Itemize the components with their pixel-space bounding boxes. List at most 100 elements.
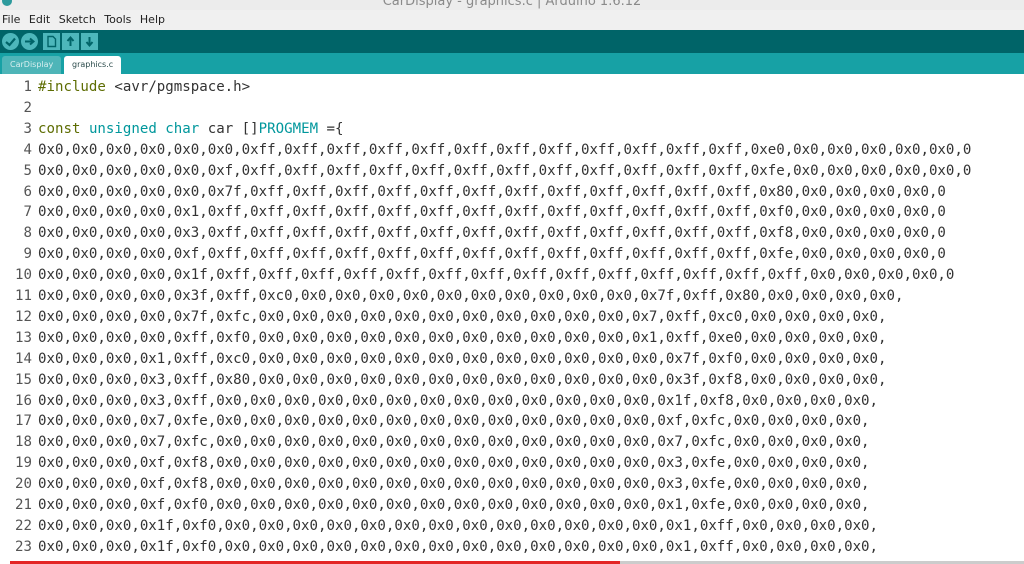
menu-bar: File Edit Sketch Tools Help: [0, 10, 1024, 30]
line-number: 3: [23, 120, 33, 137]
line-number: 1: [23, 79, 33, 95]
menu-file[interactable]: File: [2, 10, 20, 30]
hex-data: 0x0,0x0,0x0,0xf,0xf8,0x0,0x0,0x0,0x0,0x0…: [38, 476, 870, 493]
line-number: 6: [23, 183, 33, 200]
open-button[interactable]: [62, 33, 79, 50]
hex-data: 0x0,0x0,0x0,0x0,0xf,0xff,0xff,0xff,0xff,…: [38, 246, 946, 263]
line-code: #include <avr/pgmspace.h>: [38, 77, 250, 98]
line-code: 0x0,0x0,0x0,0x0,0x0,0x7f,0xff,0xff,0xff,…: [38, 182, 946, 203]
line-code: 0x0,0x0,0x0,0x0,0x3,0xff,0xff,0xff,0xff,…: [38, 223, 946, 244]
code-line: 12 0x0,0x0,0x0,0x0,0x7f,0xfc,0x0,0x0,0x0,…: [0, 307, 1024, 328]
upload-button[interactable]: [21, 33, 38, 50]
line-number: 11: [15, 288, 32, 304]
line-number: 5: [23, 162, 33, 179]
window-title: CarDisplay - graphics.c | Arduino 1.6.12: [382, 0, 642, 9]
hex-data: 0x0,0x0,0x0,0x1,0xff,0xc0,0x0,0x0,0x0,0x…: [38, 350, 887, 367]
arrow-down-icon: [85, 37, 94, 48]
line-number: 22: [15, 517, 32, 534]
new-file-icon: [47, 35, 57, 48]
save-button[interactable]: [81, 33, 98, 50]
hex-data: 0x0,0x0,0x0,0x0,0x0,0xf,0xff,0xff,0xff,0…: [38, 162, 972, 179]
line-number: 2: [23, 99, 33, 116]
code-line: 2: [0, 98, 1024, 119]
code-line: 14 0x0,0x0,0x0,0x1,0xff,0xc0,0x0,0x0,0x0,…: [0, 349, 1024, 370]
code-line: 23 0x0,0x0,0x0,0x1f,0xf0,0x0,0x0,0x0,0x0,…: [0, 537, 1024, 558]
code-line: 1 #include <avr/pgmspace.h>: [0, 77, 1024, 98]
code-line: 10 0x0,0x0,0x0,0x0,0x1f,0xff,0xff,0xff,0x…: [0, 265, 1024, 286]
preprocessor-directive: #include: [38, 79, 106, 95]
code-line: 4 0x0,0x0,0x0,0x0,0x0,0x0,0xff,0xff,0xff,…: [0, 140, 1024, 161]
code-line: 20 0x0,0x0,0x0,0xf,0xf8,0x0,0x0,0x0,0x0,0…: [0, 474, 1024, 495]
line-code: 0x0,0x0,0x0,0x0,0xff,0xf0,0x0,0x0,0x0,0x…: [38, 328, 887, 349]
arrow-up-icon: [66, 35, 75, 46]
line-number: 19: [15, 455, 32, 472]
title-bar: CarDisplay - graphics.c | Arduino 1.6.12: [0, 0, 1024, 10]
line-number: 7: [23, 204, 33, 221]
line-number: 4: [23, 141, 33, 158]
line-code: const unsigned char car []PROGMEM ={: [38, 119, 344, 140]
line-number: 8: [23, 225, 33, 242]
array-declaration: car []: [199, 120, 259, 137]
line-number: 9: [23, 246, 33, 263]
tab-cardisplay[interactable]: CarDisplay: [2, 56, 62, 74]
code-line: 3 const unsigned char car []PROGMEM ={: [0, 119, 1024, 140]
menu-tools[interactable]: Tools: [104, 10, 131, 30]
line-code: 0x0,0x0,0x0,0x0,0xf,0xff,0xff,0xff,0xff,…: [38, 244, 946, 265]
line-code: 0x0,0x0,0x0,0x3,0xff,0x80,0x0,0x0,0x0,0x…: [38, 370, 887, 391]
toolbar: [0, 30, 1024, 53]
hex-data: 0x0,0x0,0x0,0x0,0x1,0xff,0xff,0xff,0xff,…: [38, 204, 946, 221]
line-code: 0x0,0x0,0x0,0x7,0xfc,0x0,0x0,0x0,0x0,0x0…: [38, 432, 870, 453]
hex-data: 0x0,0x0,0x0,0xf,0xf8,0x0,0x0,0x0,0x0,0x0…: [38, 455, 870, 472]
line-number: 16: [15, 392, 32, 409]
hex-data: 0x0,0x0,0x0,0x7,0xfc,0x0,0x0,0x0,0x0,0x0…: [38, 434, 870, 451]
menu-sketch[interactable]: Sketch: [59, 10, 96, 30]
line-number: 13: [15, 329, 32, 346]
hex-data: 0x0,0x0,0x0,0x0,0x7f,0xfc,0x0,0x0,0x0,0x…: [38, 308, 887, 325]
progmem-keyword: PROGMEM: [258, 120, 319, 137]
code-line: 7 0x0,0x0,0x0,0x0,0x1,0xff,0xff,0xff,0xff…: [0, 202, 1024, 223]
hex-data: 0x0,0x0,0x0,0x0,0x0,0x7f,0xff,0xff,0xff,…: [38, 183, 946, 200]
hex-data: 0x0,0x0,0x0,0x0,0x3,0xff,0xff,0xff,0xff,…: [38, 225, 946, 242]
line-code: 0x0,0x0,0x0,0x0,0x0,0x0,0xff,0xff,0xff,0…: [38, 140, 971, 161]
line-number: 15: [15, 371, 32, 388]
menu-help[interactable]: Help: [140, 10, 165, 30]
line-code: 0x0,0x0,0x0,0xf,0xf8,0x0,0x0,0x0,0x0,0x0…: [38, 474, 870, 495]
line-number: 20: [15, 476, 32, 493]
line-number: 21: [15, 497, 32, 513]
verify-button[interactable]: [2, 33, 19, 50]
line-code: 0x0,0x0,0x0,0x0,0x0,0xf,0xff,0xff,0xff,0…: [38, 161, 971, 182]
array-open: ={: [318, 120, 344, 137]
line-code: 0x0,0x0,0x0,0x1f,0xf0,0x0,0x0,0x0,0x0,0x…: [38, 516, 878, 537]
checkmark-icon: [5, 37, 16, 47]
new-button[interactable]: [43, 33, 60, 50]
hex-data: 0x0,0x0,0x0,0x0,0x1f,0xff,0xff,0xff,0xff…: [38, 267, 955, 284]
tab-bar: CarDisplay graphics.c: [0, 53, 1024, 74]
line-code: 0x0,0x0,0x0,0x1,0xff,0xc0,0x0,0x0,0x0,0x…: [38, 349, 887, 370]
tab-graphics-c[interactable]: graphics.c: [64, 56, 122, 74]
hex-data: 0x0,0x0,0x0,0x3,0xff,0x0,0x0,0x0,0x0,0x0…: [38, 392, 879, 409]
hex-data: 0x0,0x0,0x0,0x0,0xff,0xf0,0x0,0x0,0x0,0x…: [38, 329, 887, 346]
hex-data: 0x0,0x0,0x0,0x1f,0xf0,0x0,0x0,0x0,0x0,0x…: [38, 538, 879, 555]
line-number: 17: [15, 413, 32, 430]
code-line: 22 0x0,0x0,0x0,0x1f,0xf0,0x0,0x0,0x0,0x0,…: [0, 516, 1024, 537]
line-code: 0x0,0x0,0x0,0x0,0x7f,0xfc,0x0,0x0,0x0,0x…: [38, 307, 887, 328]
menu-edit[interactable]: Edit: [29, 10, 50, 30]
hex-data: 0x0,0x0,0x0,0xf,0xf0,0x0,0x0,0x0,0x0,0x0…: [38, 497, 870, 513]
code-line: 6 0x0,0x0,0x0,0x0,0x0,0x7f,0xff,0xff,0xff…: [0, 182, 1024, 203]
include-path: <avr/pgmspace.h>: [105, 79, 251, 95]
line-number: 12: [15, 308, 32, 325]
line-number: 18: [15, 434, 32, 451]
line-code: 0x0,0x0,0x0,0xf,0xf8,0x0,0x0,0x0,0x0,0x0…: [38, 453, 870, 474]
line-code: 0x0,0x0,0x0,0x3,0xff,0x0,0x0,0x0,0x0,0x0…: [38, 391, 878, 412]
hex-data: 0x0,0x0,0x0,0x0,0x0,0x0,0xff,0xff,0xff,0…: [38, 141, 972, 158]
hex-data: 0x0,0x0,0x0,0x1f,0xf0,0x0,0x0,0x0,0x0,0x…: [38, 517, 879, 534]
line-code: 0x0,0x0,0x0,0x0,0x1f,0xff,0xff,0xff,0xff…: [38, 265, 954, 286]
arrow-right-icon: [25, 37, 36, 46]
line-code: 0x0,0x0,0x0,0x1f,0xf0,0x0,0x0,0x0,0x0,0x…: [38, 537, 878, 558]
hex-data: 0x0,0x0,0x0,0x0,0x3f,0xff,0xc0,0x0,0x0,0…: [38, 288, 904, 304]
line-code: 0x0,0x0,0x0,0x0,0x1,0xff,0xff,0xff,0xff,…: [38, 202, 946, 223]
type-name: unsigned char: [88, 120, 200, 137]
code-line: 13 0x0,0x0,0x0,0x0,0xff,0xf0,0x0,0x0,0x0,…: [0, 328, 1024, 349]
code-editor[interactable]: 1 #include <avr/pgmspace.h> 2 3 const unsign…: [0, 74, 1024, 564]
